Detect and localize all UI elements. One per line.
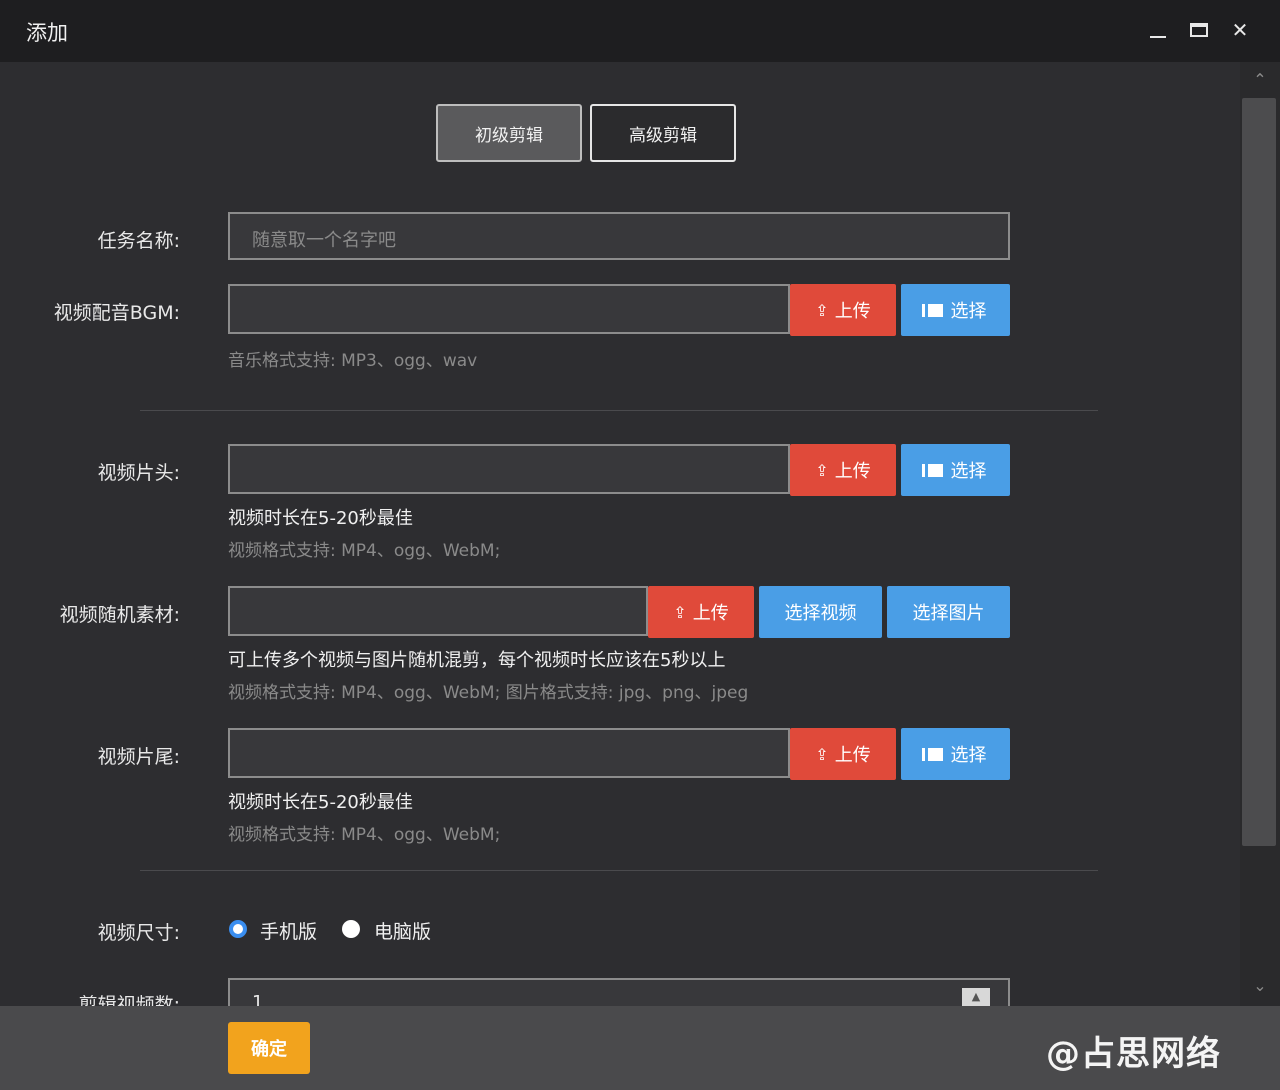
random-material-label: 视频随机素材: [59, 604, 180, 626]
clip-count-label: 剪辑视频数: [78, 994, 180, 1006]
task-name-input[interactable]: 随意取一个名字吧 [228, 212, 1010, 260]
outro-input[interactable] [228, 728, 790, 778]
outro-select-button[interactable]: 选择 [901, 728, 1010, 780]
select-video-button[interactable]: 选择视频 [759, 586, 882, 638]
tab-basic-edit[interactable]: 初级剪辑 [436, 104, 582, 162]
bgm-input[interactable] [228, 284, 790, 334]
radio-desktop-label: 电脑版 [374, 921, 432, 943]
outro-note: 视频时长在5-20秒最佳 [228, 792, 413, 813]
close-icon[interactable]: ✕ [1224, 14, 1256, 46]
clip-count-value: 1 [252, 992, 264, 1006]
radio-desktop[interactable] [342, 920, 360, 938]
scroll-down-icon[interactable]: ⌄ [1250, 976, 1270, 996]
bgm-hint: 音乐格式支持: MP3、ogg、wav [228, 351, 478, 371]
video-size-label: 视频尺寸: [97, 922, 180, 944]
select-image-button[interactable]: 选择图片 [887, 586, 1010, 638]
watermark: @占思网络 [1046, 1034, 1221, 1074]
intro-hint: 视频格式支持: MP4、ogg、WebM; [228, 541, 501, 561]
window-title: 添加 [26, 21, 68, 45]
select-icon [924, 747, 943, 761]
title-bar: 添加 ✕ [0, 0, 1280, 62]
intro-input[interactable] [228, 444, 790, 494]
tab-advanced-edit[interactable]: 高级剪辑 [590, 104, 736, 162]
random-material-input[interactable] [228, 586, 648, 636]
outro-label: 视频片尾: [97, 746, 180, 768]
intro-label: 视频片头: [97, 462, 180, 484]
intro-upload-button[interactable]: ⇪ 上传 [790, 444, 896, 496]
task-name-label: 任务名称: [97, 230, 180, 252]
upload-icon: ⇪ [673, 602, 687, 622]
bgm-select-button[interactable]: 选择 [901, 284, 1010, 336]
select-icon [924, 463, 943, 477]
maximize-icon[interactable] [1183, 14, 1215, 46]
upload-icon: ⇪ [815, 300, 829, 320]
minimize-icon[interactable] [1142, 14, 1174, 46]
bgm-label: 视频配音BGM: [53, 302, 180, 324]
radio-mobile[interactable] [229, 920, 247, 938]
outro-upload-button[interactable]: ⇪ 上传 [790, 728, 896, 780]
spin-up-icon[interactable]: ▲ [962, 988, 990, 1006]
scrollbar[interactable]: ⌃ ⌄ [1240, 62, 1280, 1006]
random-material-note: 可上传多个视频与图片随机混剪，每个视频时长应该在5秒以上 [228, 650, 726, 671]
outro-hint: 视频格式支持: MP4、ogg、WebM; [228, 825, 501, 845]
intro-select-button[interactable]: 选择 [901, 444, 1010, 496]
upload-icon: ⇪ [815, 744, 829, 764]
upload-icon: ⇪ [815, 460, 829, 480]
clip-count-input[interactable]: 1 ▲ [228, 978, 1010, 1006]
form-content: 初级剪辑 高级剪辑 任务名称: 随意取一个名字吧 视频配音BGM: ⇪ 上传 选择… [0, 62, 1240, 1006]
footer-bar: 确定 @占思网络 [0, 1006, 1280, 1090]
divider [140, 870, 1098, 871]
intro-note: 视频时长在5-20秒最佳 [228, 508, 413, 529]
random-material-upload-button[interactable]: ⇪ 上传 [648, 586, 754, 638]
random-material-hint: 视频格式支持: MP4、ogg、WebM; 图片格式支持: jpg、png、jp… [228, 683, 749, 703]
confirm-button[interactable]: 确定 [228, 1022, 310, 1074]
select-icon [924, 303, 943, 317]
radio-mobile-label: 手机版 [260, 921, 318, 943]
task-name-placeholder: 随意取一个名字吧 [252, 230, 396, 251]
scroll-up-icon[interactable]: ⌃ [1250, 70, 1270, 90]
scroll-thumb[interactable] [1242, 98, 1276, 846]
divider [140, 410, 1098, 411]
bgm-upload-button[interactable]: ⇪ 上传 [790, 284, 896, 336]
